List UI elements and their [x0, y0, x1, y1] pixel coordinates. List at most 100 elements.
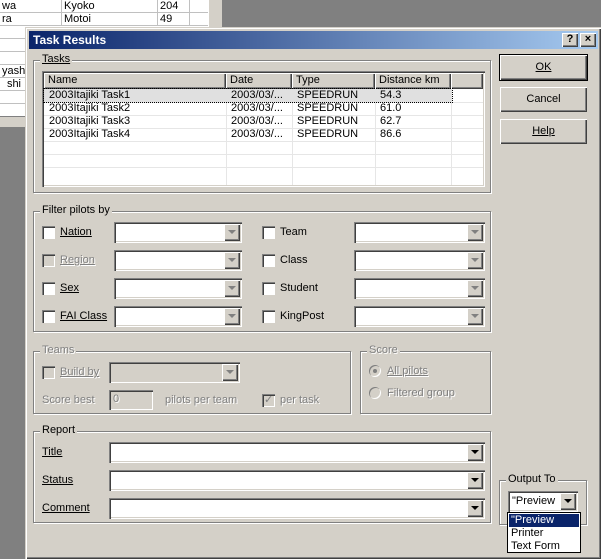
filter-group: Filter pilots by Nation Region Sex FAI C…	[33, 204, 491, 332]
chevron-down-icon[interactable]	[467, 280, 483, 297]
chevron-down-icon[interactable]	[560, 493, 576, 510]
score-best-label: Score best	[42, 394, 95, 406]
chevron-down-icon[interactable]	[467, 224, 483, 241]
title-combo[interactable]	[109, 442, 485, 463]
report-group: Report Title Status Comment	[33, 424, 491, 523]
tasks-group: Tasks Name Date Type Distance km 2003Ita…	[33, 53, 491, 193]
nation-combo[interactable]	[114, 222, 242, 243]
all-pilots-label: All pilots	[387, 365, 428, 377]
filter-group-label: Filter pilots by	[40, 204, 112, 216]
fai-class-combo[interactable]	[114, 306, 242, 327]
column-header-type[interactable]: Type	[292, 73, 375, 89]
build-by-label: Build by	[60, 366, 100, 378]
chevron-down-icon[interactable]	[467, 252, 483, 269]
tasks-list[interactable]: Name Date Type Distance km 2003Itajiki T…	[42, 71, 485, 187]
output-group-label: Output To	[506, 473, 558, 485]
team-combo[interactable]	[354, 222, 485, 243]
kingpost-checkbox[interactable]	[262, 310, 275, 323]
fai-class-checkbox[interactable]	[42, 310, 55, 323]
dialog-titlebar[interactable]: Task Results ? ×	[29, 31, 598, 49]
kingpost-label: KingPost	[280, 310, 325, 322]
sheet-cell: 49	[158, 13, 190, 26]
teams-group-label: Teams	[40, 344, 77, 356]
output-combo-value: "Preview	[512, 495, 556, 507]
chevron-down-icon[interactable]	[224, 308, 240, 325]
chevron-down-icon[interactable]	[467, 500, 483, 517]
chevron-down-icon[interactable]	[467, 444, 483, 461]
region-checkbox	[42, 254, 55, 267]
per-task-label: per task	[280, 394, 320, 406]
student-checkbox[interactable]	[262, 282, 275, 295]
column-header-filler	[451, 73, 483, 89]
help-caption-button[interactable]: ?	[562, 33, 578, 47]
output-option-printer[interactable]: Printer	[509, 527, 579, 540]
per-task-checkbox: ✓	[262, 394, 275, 407]
sex-checkbox[interactable]	[42, 282, 55, 295]
class-combo[interactable]	[354, 250, 485, 271]
nation-checkbox[interactable]	[42, 226, 55, 239]
check-icon: ✓	[264, 394, 274, 406]
chevron-down-icon	[222, 364, 238, 381]
sheet-cell: wa	[0, 0, 62, 13]
class-label: Class	[280, 254, 308, 266]
tasks-group-label: Tasks	[40, 53, 73, 65]
filtered-group-radio	[369, 387, 381, 399]
region-label: Region	[60, 254, 95, 266]
sheet-cell: ra	[0, 13, 62, 26]
sheet-row: wa Kyoko 204	[0, 0, 208, 13]
class-checkbox[interactable]	[262, 254, 275, 267]
team-label: Team	[280, 226, 307, 238]
pilots-per-team-label: pilots per team	[165, 394, 238, 406]
score-best-input: 0	[109, 390, 153, 410]
build-by-checkbox	[42, 366, 55, 379]
region-combo[interactable]	[114, 250, 242, 271]
task-row[interactable]: 2003Itajiki Task2 2003/03/... SPEEDRUN 6…	[44, 102, 452, 115]
status-label: Status	[42, 474, 74, 486]
sex-label: Sex	[60, 282, 79, 294]
sex-combo[interactable]	[114, 278, 242, 299]
kingpost-combo[interactable]	[354, 306, 485, 327]
column-header-distance[interactable]: Distance km	[375, 73, 451, 89]
sheet-cell: Motoi	[62, 13, 158, 26]
comment-label: Comment	[42, 502, 90, 514]
help-button[interactable]: Help	[500, 119, 587, 144]
column-header-name[interactable]: Name	[44, 73, 226, 89]
chevron-down-icon[interactable]	[467, 308, 483, 325]
chevron-down-icon[interactable]	[224, 224, 240, 241]
close-button[interactable]: ×	[580, 33, 596, 47]
score-group: Score All pilots Filtered group	[360, 344, 491, 414]
sheet-cell: Kyoko	[62, 0, 158, 13]
student-label: Student	[280, 282, 318, 294]
output-option-preview[interactable]: "Preview	[509, 514, 579, 527]
dialog-title: Task Results	[33, 33, 107, 47]
cancel-button[interactable]: Cancel	[500, 87, 587, 112]
chevron-down-icon[interactable]	[224, 280, 240, 297]
fai-class-label: FAI Class	[60, 310, 108, 322]
sheet-cell: 204	[158, 0, 190, 13]
question-icon: ?	[566, 33, 574, 45]
task-row[interactable]: 2003Itajiki Task1 2003/03/... SPEEDRUN 5…	[43, 88, 453, 103]
filtered-group-label: Filtered group	[387, 387, 455, 399]
teams-group: Teams Build by Score best 0 pilots per t…	[33, 344, 351, 414]
output-option-text-form[interactable]: Text Form	[509, 540, 579, 553]
status-combo[interactable]	[109, 470, 485, 491]
chevron-down-icon[interactable]	[224, 252, 240, 269]
student-combo[interactable]	[354, 278, 485, 299]
close-icon: ×	[584, 33, 592, 45]
score-group-label: Score	[367, 344, 400, 356]
output-dropdown-list[interactable]: "Preview Printer Text Form	[507, 512, 581, 553]
task-row[interactable]: 2003Itajiki Task4 2003/03/... SPEEDRUN 8…	[44, 128, 452, 141]
title-label: Title	[42, 446, 63, 458]
team-checkbox[interactable]	[262, 226, 275, 239]
comment-combo[interactable]	[109, 498, 485, 519]
task-results-dialog: Task Results ? × Tasks Name Date Type Di…	[25, 27, 601, 559]
ok-button[interactable]: OK	[499, 54, 588, 81]
nation-label: Nation	[60, 226, 92, 238]
output-combo[interactable]: "Preview	[508, 491, 578, 512]
sheet-row: ra Motoi 49	[0, 13, 208, 26]
report-group-label: Report	[40, 424, 78, 436]
column-header-date[interactable]: Date	[226, 73, 292, 89]
task-row[interactable]: 2003Itajiki Task3 2003/03/... SPEEDRUN 6…	[44, 115, 452, 128]
chevron-down-icon[interactable]	[467, 472, 483, 489]
all-pilots-radio	[369, 365, 381, 377]
